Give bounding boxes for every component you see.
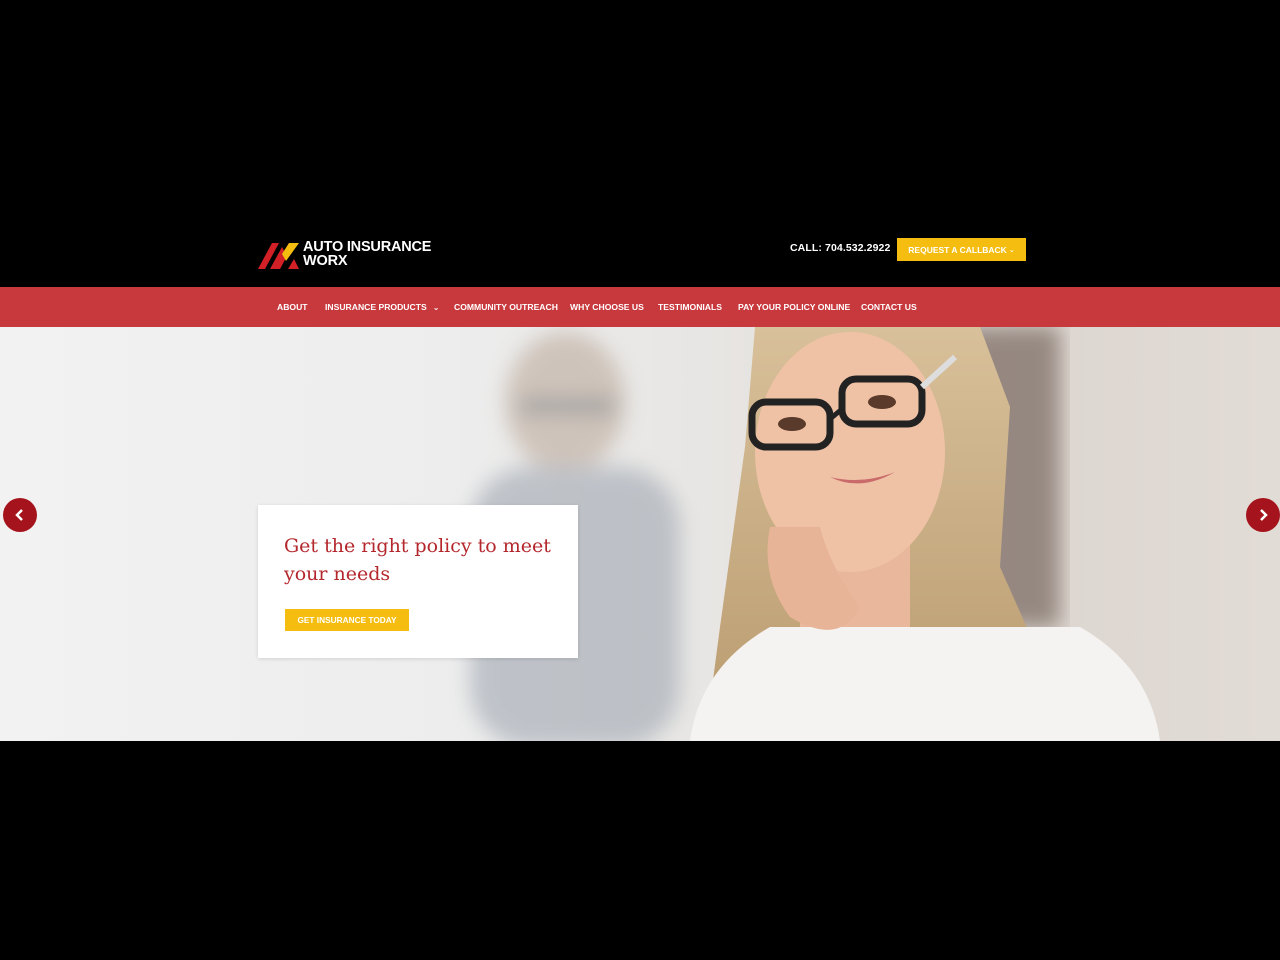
- site-header: AUTO INSURANCE WORX CALL: 704.532.2922 R…: [0, 221, 1280, 287]
- logo-text: AUTO INSURANCE WORX: [303, 239, 432, 269]
- nav-item-pay-policy-online[interactable]: PAY YOUR POLICY ONLINE: [738, 287, 850, 327]
- request-callback-label: REQUEST A CALLBACK: [908, 244, 1007, 255]
- logo-mark-icon: [258, 243, 299, 269]
- slider-next-button[interactable]: [1246, 498, 1280, 532]
- chevron-down-icon: ⌄: [1008, 246, 1015, 254]
- nav-item-label: COMMUNITY OUTREACH: [454, 302, 558, 312]
- hero-slider: Get the right policy to meet your needs …: [0, 327, 1280, 741]
- slider-prev-button[interactable]: [3, 498, 37, 532]
- hero-photo: [470, 327, 1160, 741]
- chevron-right-icon: [1260, 509, 1268, 521]
- nav-item-label: INSURANCE PRODUCTS: [325, 302, 427, 312]
- hero-heading: Get the right policy to meet your needs: [284, 535, 551, 585]
- nav-item-testimonials[interactable]: TESTIMONIALS: [658, 287, 722, 327]
- nav-item-label: ABOUT: [277, 302, 308, 312]
- request-callback-button[interactable]: REQUEST A CALLBACK ⌄: [897, 238, 1026, 261]
- hero-card: Get the right policy to meet your needs …: [258, 505, 578, 658]
- call-phone[interactable]: CALL: 704.532.2922: [790, 242, 890, 254]
- nav-item-label: CONTACT US: [861, 302, 917, 312]
- nav-item-label: WHY CHOOSE US: [570, 302, 644, 312]
- nav-item-why-choose-us[interactable]: WHY CHOOSE US: [570, 287, 644, 327]
- chevron-down-icon: ⌄: [432, 303, 440, 312]
- nav-item-about[interactable]: ABOUT: [277, 287, 308, 327]
- nav-item-contact-us[interactable]: CONTACT US: [861, 287, 917, 327]
- nav-item-label: PAY YOUR POLICY ONLINE: [738, 302, 851, 312]
- logo-line-1: AUTO INSURANCE: [303, 239, 432, 255]
- nav-item-community-outreach[interactable]: COMMUNITY OUTREACH: [454, 287, 558, 327]
- chevron-left-icon: [15, 509, 23, 521]
- get-insurance-button[interactable]: GET INSURANCE TODAY: [285, 609, 409, 631]
- main-nav: ABOUT INSURANCE PRODUCTS ⌄ COMMUNITY OUTR…: [0, 287, 1280, 327]
- logo-line-2: WORX: [303, 253, 348, 269]
- nav-item-insurance-products[interactable]: INSURANCE PRODUCTS ⌄: [325, 287, 439, 327]
- logo[interactable]: AUTO INSURANCE WORX: [258, 237, 431, 271]
- website: AUTO INSURANCE WORX CALL: 704.532.2922 R…: [0, 0, 1280, 960]
- nav-item-label: TESTIMONIALS: [658, 302, 722, 312]
